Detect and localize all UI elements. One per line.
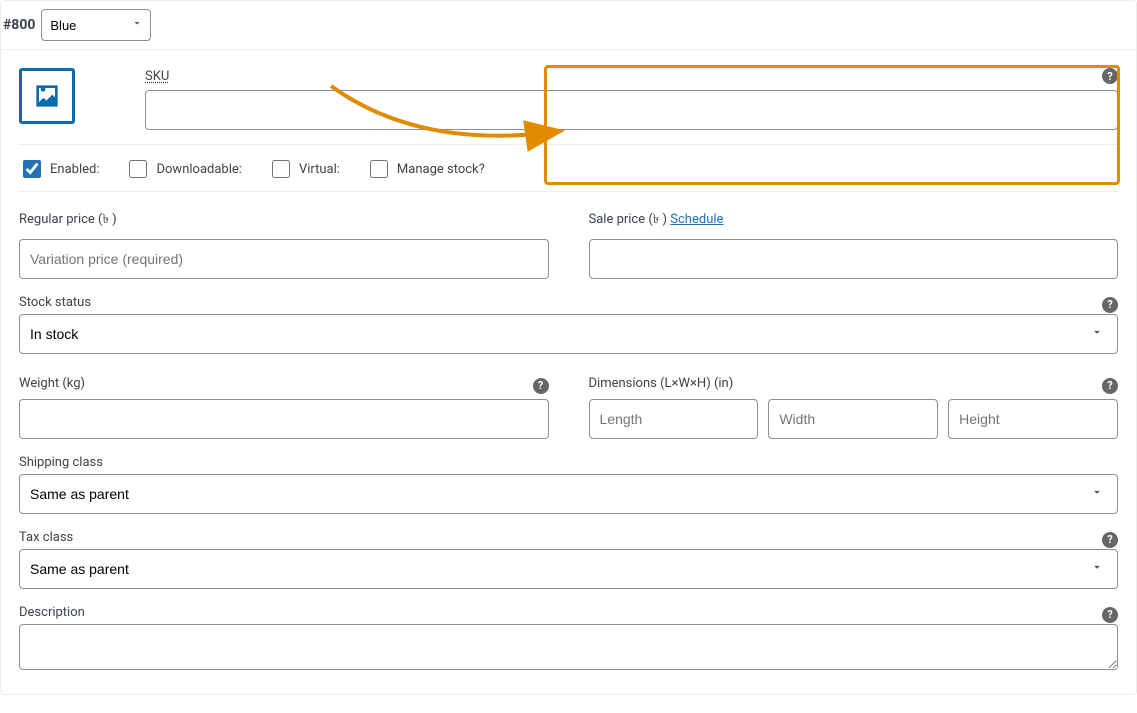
downloadable-checkbox[interactable] — [129, 160, 147, 178]
downloadable-label: Downloadable: — [156, 162, 241, 177]
help-icon[interactable]: ? — [1102, 68, 1118, 84]
weight-label: Weight (kg) — [19, 376, 85, 391]
variation-id: #800 — [3, 17, 35, 33]
sale-price-label: Sale price (৳ ) — [589, 212, 668, 227]
tax-class-label: Tax class — [19, 530, 73, 545]
variation-image-upload[interactable] — [19, 68, 75, 124]
stock-status-select[interactable]: In stock — [19, 314, 1118, 354]
sku-label: SKU — [145, 69, 169, 84]
stock-status-label: Stock status — [19, 295, 91, 310]
enabled-checkbox[interactable] — [23, 160, 41, 178]
shipping-class-select[interactable]: Same as parent — [19, 474, 1118, 514]
dimensions-label: Dimensions (L×W×H) (in) — [589, 376, 734, 391]
weight-input[interactable] — [19, 399, 549, 439]
length-input[interactable] — [589, 399, 759, 439]
width-input[interactable] — [768, 399, 938, 439]
virtual-checkbox-wrap[interactable]: Virtual: — [268, 157, 340, 181]
regular-price-input[interactable] — [19, 239, 549, 279]
sale-price-label-row: Sale price (৳ ) Schedule — [589, 210, 1119, 231]
enabled-label: Enabled: — [50, 162, 99, 177]
description-textarea[interactable] — [19, 624, 1118, 670]
manage-stock-label: Manage stock? — [397, 162, 485, 177]
regular-price-label: Regular price (৳ ) — [19, 210, 549, 231]
description-label: Description — [19, 605, 85, 620]
virtual-label: Virtual: — [299, 162, 340, 177]
attribute-select[interactable]: Blue — [41, 9, 151, 41]
help-icon[interactable]: ? — [1102, 607, 1118, 623]
virtual-checkbox[interactable] — [272, 160, 290, 178]
schedule-link[interactable]: Schedule — [670, 212, 723, 227]
height-input[interactable] — [948, 399, 1118, 439]
enabled-checkbox-wrap[interactable]: Enabled: — [19, 157, 99, 181]
help-icon[interactable]: ? — [1102, 378, 1118, 394]
shipping-class-label: Shipping class — [19, 455, 1118, 470]
downloadable-checkbox-wrap[interactable]: Downloadable: — [125, 157, 241, 181]
sku-input[interactable] — [145, 90, 1118, 130]
sale-price-input[interactable] — [589, 239, 1119, 279]
image-placeholder-icon — [31, 80, 63, 112]
manage-stock-checkbox[interactable] — [370, 160, 388, 178]
tax-class-select[interactable]: Same as parent — [19, 549, 1118, 589]
help-icon[interactable]: ? — [1102, 297, 1118, 313]
manage-stock-checkbox-wrap[interactable]: Manage stock? — [366, 157, 485, 181]
help-icon[interactable]: ? — [1102, 532, 1118, 548]
help-icon[interactable]: ? — [533, 378, 549, 394]
